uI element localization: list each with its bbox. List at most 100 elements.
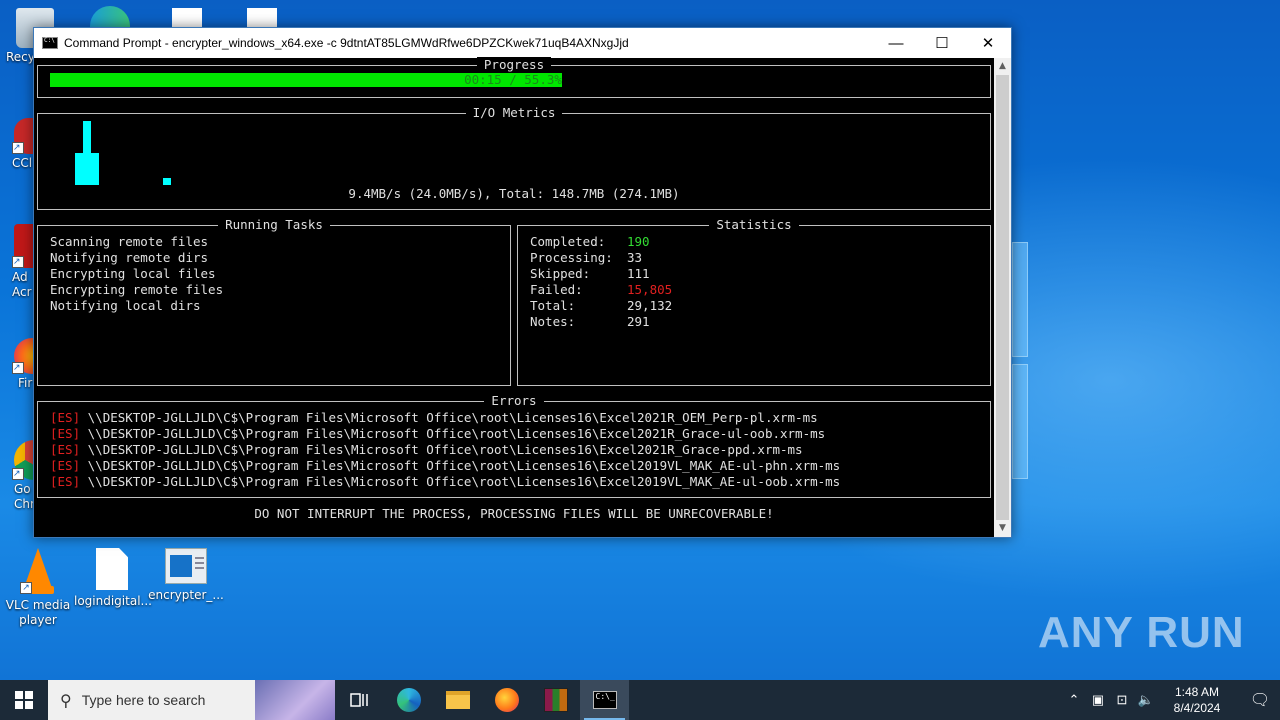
shortcut-arrow-icon: ↗ <box>12 256 24 268</box>
io-metrics-title: I/O Metrics <box>465 105 563 120</box>
progress-label: 00:15 / 55.3% <box>464 72 562 87</box>
stat-value: 291 <box>627 314 650 329</box>
vertical-scrollbar[interactable]: ▲ ▼ <box>994 58 1011 537</box>
shortcut-arrow-icon: ↗ <box>12 142 24 154</box>
error-path: \\DESKTOP-JGLLJLD\C$\Program Files\Micro… <box>87 474 841 489</box>
task-view-button[interactable] <box>335 680 384 720</box>
console-output[interactable]: Progress 00:15 / 55.3% I/O Metrics 9.4MB… <box>34 57 994 537</box>
taskbar-command-prompt[interactable]: C:\_ <box>580 680 629 720</box>
error-path: \\DESKTOP-JGLLJLD\C$\Program Files\Micro… <box>87 426 826 441</box>
error-path: \\DESKTOP-JGLLJLD\C$\Program Files\Micro… <box>87 458 841 473</box>
desktop-icon-logindigital[interactable]: logindigital... <box>74 548 152 609</box>
shortcut-arrow-icon: ↗ <box>12 362 24 374</box>
edge-icon <box>396 688 421 712</box>
stat-processing: Processing: 33 <box>530 250 672 266</box>
error-line: [ES] \\DESKTOP-JGLLJLD\C$\Program Files\… <box>50 426 840 442</box>
clock-time: 1:48 AM <box>1174 685 1220 699</box>
stat-value: 29,132 <box>627 298 673 313</box>
stat-notes: Notes: 291 <box>530 314 672 330</box>
search-highlight-art <box>255 680 335 720</box>
desktop-icon-label: Recy <box>6 50 35 64</box>
error-line: [ES] \\DESKTOP-JGLLJLD\C$\Program Files\… <box>50 458 840 474</box>
desktop-icon-label: encrypter_... <box>148 588 224 602</box>
command-prompt-window[interactable]: Command Prompt - encrypter_windows_x64.e… <box>33 27 1012 538</box>
stat-completed: Completed: 190 <box>530 234 672 250</box>
window-titlebar[interactable]: Command Prompt - encrypter_windows_x64.e… <box>34 28 1011 58</box>
desktop-icon-label: Fir <box>18 376 33 390</box>
desktop-icon-vlc[interactable]: ↗ VLC media player <box>0 548 76 628</box>
footer-warning: DO NOT INTERRUPT THE PROCESS, PROCESSING… <box>254 506 774 521</box>
running-tasks-title: Running Tasks <box>218 217 330 232</box>
stat-total: Total: 29,132 <box>530 298 672 314</box>
search-icon: ⚲ <box>60 690 72 710</box>
stat-key: Total: <box>530 298 576 313</box>
shortcut-arrow-icon: ↗ <box>20 582 32 594</box>
desktop-icon-label: CCl <box>12 156 33 170</box>
taskbar-search-box[interactable]: ⚲ Type here to search <box>48 680 335 720</box>
desktop-icon-encrypter[interactable]: encrypter_... <box>148 548 224 603</box>
stat-key: Processing: <box>530 250 613 265</box>
stat-value: 111 <box>627 266 650 281</box>
io-sparkline-bar <box>163 178 171 185</box>
vlc-icon: ↗ <box>18 548 58 594</box>
volume-icon[interactable]: 🔈 <box>1134 692 1158 708</box>
io-summary: 9.4MB/s (24.0MB/s), Total: 148.7MB (274.… <box>348 186 680 201</box>
desktop-icon-label: VLC media player <box>5 598 71 627</box>
stat-key: Skipped: <box>530 266 591 281</box>
wallpaper-logo-pane <box>1012 242 1028 357</box>
error-tag: [ES] <box>50 474 81 489</box>
folder-icon <box>445 691 470 709</box>
stat-value: 33 <box>627 250 643 265</box>
shortcut-arrow-icon: ↗ <box>12 468 24 480</box>
taskbar-clock[interactable]: 1:48 AM 8/4/2024 <box>1162 684 1232 716</box>
taskbar-winrar[interactable] <box>531 680 580 720</box>
windows-logo-icon <box>15 691 33 709</box>
notification-icon[interactable]: 🗨 <box>1240 690 1280 710</box>
chevron-up-icon[interactable]: ⌃ <box>1062 692 1086 708</box>
stat-key: Completed: <box>530 234 606 249</box>
scroll-up-arrow-icon[interactable]: ▲ <box>994 58 1011 75</box>
start-button[interactable] <box>0 680 48 720</box>
io-sparkline-bar <box>91 153 99 185</box>
error-list: [ES] \\DESKTOP-JGLLJLD\C$\Program Files\… <box>50 410 840 490</box>
device-icon[interactable]: ▣ <box>1086 692 1110 708</box>
minimize-button[interactable]: — <box>873 28 919 58</box>
stat-value: 190 <box>627 234 650 249</box>
stat-value: 15,805 <box>627 282 673 297</box>
error-line: [ES] \\DESKTOP-JGLLJLD\C$\Program Files\… <box>50 442 840 458</box>
wallpaper-logo-pane <box>1012 364 1028 479</box>
taskbar-file-explorer[interactable] <box>433 680 482 720</box>
error-tag: [ES] <box>50 410 81 425</box>
task-item: Notifying local dirs <box>50 298 201 313</box>
taskbar-edge[interactable] <box>384 680 433 720</box>
scroll-down-arrow-icon[interactable]: ▼ <box>994 520 1011 537</box>
firefox-icon <box>494 688 519 712</box>
taskbar: ⚲ Type here to search C:\_ ⌃ ▣ ⊡ 🔈 1:48 … <box>0 680 1280 720</box>
stat-skipped: Skipped: 111 <box>530 266 672 282</box>
io-sparkline-bar <box>83 121 91 185</box>
progress-panel: Progress 00:15 / 55.3% <box>37 57 991 98</box>
console-icon: C:\_ <box>592 691 617 709</box>
close-button[interactable]: ✕ <box>965 28 1011 58</box>
errors-title: Errors <box>484 393 544 408</box>
winrar-icon <box>543 688 568 712</box>
stat-failed: Failed: 15,805 <box>530 282 672 298</box>
search-placeholder: Type here to search <box>81 692 206 708</box>
statistics-title: Statistics <box>709 217 799 232</box>
taskbar-firefox[interactable] <box>482 680 531 720</box>
progress-title: Progress <box>476 57 552 72</box>
anyrun-watermark: ANY RUN <box>1038 608 1245 658</box>
statistics-panel: Statistics Completed: 190 Processing: 33 S… <box>517 217 991 386</box>
task-item: Notifying remote dirs <box>50 250 209 265</box>
scrollbar-thumb[interactable] <box>996 75 1009 520</box>
errors-panel: Errors [ES] \\DESKTOP-JGLLJLD\C$\Program… <box>37 393 991 498</box>
stats-list: Completed: 190 Processing: 33 Skipped: 111 … <box>530 234 672 330</box>
maximize-button[interactable]: ☐ <box>919 28 965 58</box>
error-path: \\DESKTOP-JGLLJLD\C$\Program Files\Micro… <box>87 442 803 457</box>
progress-bar: 00:15 / 55.3% <box>50 72 976 87</box>
error-line: [ES] \\DESKTOP-JGLLJLD\C$\Program Files\… <box>50 474 840 490</box>
task-item: Scanning remote files <box>50 234 209 249</box>
window-title: Command Prompt - encrypter_windows_x64.e… <box>64 36 629 50</box>
error-tag: [ES] <box>50 458 81 473</box>
network-icon[interactable]: ⊡ <box>1110 692 1134 708</box>
